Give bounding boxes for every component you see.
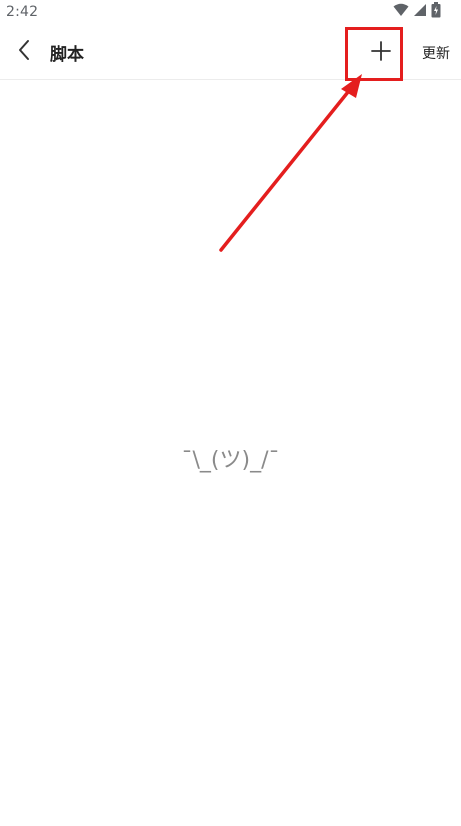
app-screen: 2:42 脚本 更新 ¯\_(ツ)_/¯ [0,0,461,826]
status-bar: 2:42 [0,0,461,24]
back-button[interactable] [10,38,38,66]
annotation-arrow [219,74,362,252]
page-title: 脚本 [50,45,84,65]
status-icons [393,1,441,23]
cell-signal-icon [413,3,427,22]
plus-icon [371,40,391,66]
update-button[interactable]: 更新 [422,43,450,63]
toolbar: 脚本 更新 [0,24,461,80]
battery-icon [431,1,441,23]
wifi-icon [393,3,409,22]
back-chevron-icon [17,39,31,66]
add-button[interactable] [366,38,396,68]
status-time: 2:42 [6,4,39,20]
empty-state-shrug: ¯\_(ツ)_/¯ [181,448,280,473]
